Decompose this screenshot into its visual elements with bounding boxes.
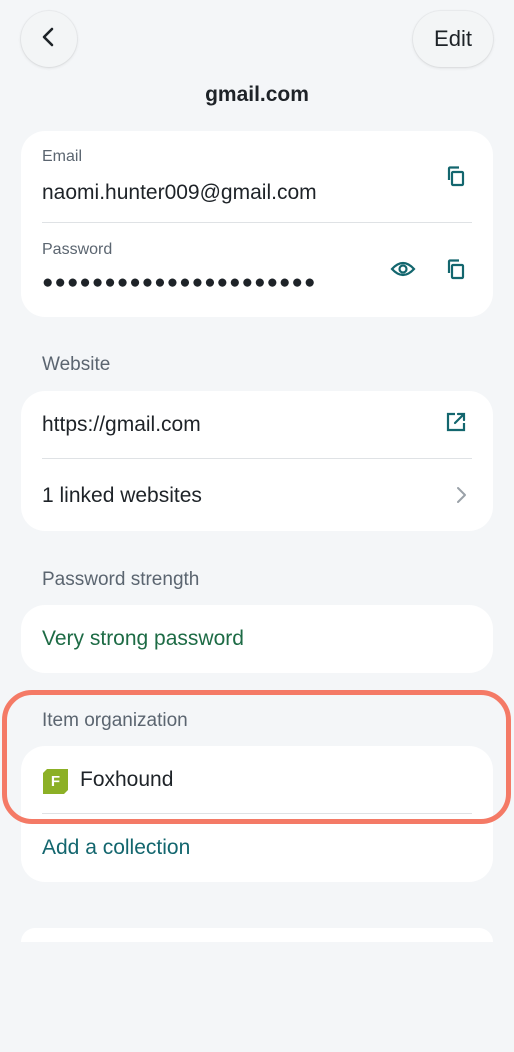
password-value[interactable]: ●●●●●●●●●●●●●●●●●●●●●● bbox=[42, 272, 316, 294]
eye-icon bbox=[390, 260, 416, 283]
email-label: Email bbox=[42, 148, 83, 165]
back-button[interactable] bbox=[21, 11, 77, 67]
edit-button[interactable]: Edit bbox=[413, 11, 493, 67]
website-url[interactable]: https://gmail.com bbox=[42, 413, 201, 437]
bottom-area bbox=[0, 942, 514, 1052]
linked-websites-label: 1 linked websites bbox=[42, 484, 202, 507]
linked-websites-row[interactable]: 1 linked websites bbox=[21, 459, 493, 531]
website-section-label: Website bbox=[42, 354, 111, 375]
copy-icon bbox=[445, 258, 467, 285]
item-detail-page: Edit gmail.com Email naomi.hunter009@gma… bbox=[0, 0, 514, 1052]
strength-section-label: Password strength bbox=[42, 569, 200, 590]
chevron-right-icon bbox=[445, 479, 477, 511]
copy-password-button[interactable] bbox=[440, 255, 472, 287]
chevron-left-icon bbox=[38, 26, 60, 53]
external-link-icon bbox=[445, 411, 467, 438]
copy-icon bbox=[445, 165, 467, 192]
add-collection-button[interactable]: Add a collection bbox=[42, 836, 190, 860]
credentials-card: Email naomi.hunter009@gmail.com Password… bbox=[21, 131, 493, 317]
website-card: https://gmail.com 1 linked websites bbox=[21, 391, 493, 531]
open-website-button[interactable] bbox=[440, 408, 472, 440]
copy-email-button[interactable] bbox=[440, 162, 472, 194]
email-value[interactable]: naomi.hunter009@gmail.com bbox=[42, 181, 317, 205]
strength-value: Very strong password bbox=[42, 627, 244, 650]
page-title: gmail.com bbox=[205, 83, 309, 106]
highlight-outline bbox=[2, 690, 511, 824]
reveal-password-button[interactable] bbox=[387, 255, 419, 287]
password-label: Password bbox=[42, 241, 113, 258]
next-card-partial bbox=[21, 928, 493, 942]
strength-card: Very strong password bbox=[21, 605, 493, 673]
divider bbox=[42, 222, 472, 223]
